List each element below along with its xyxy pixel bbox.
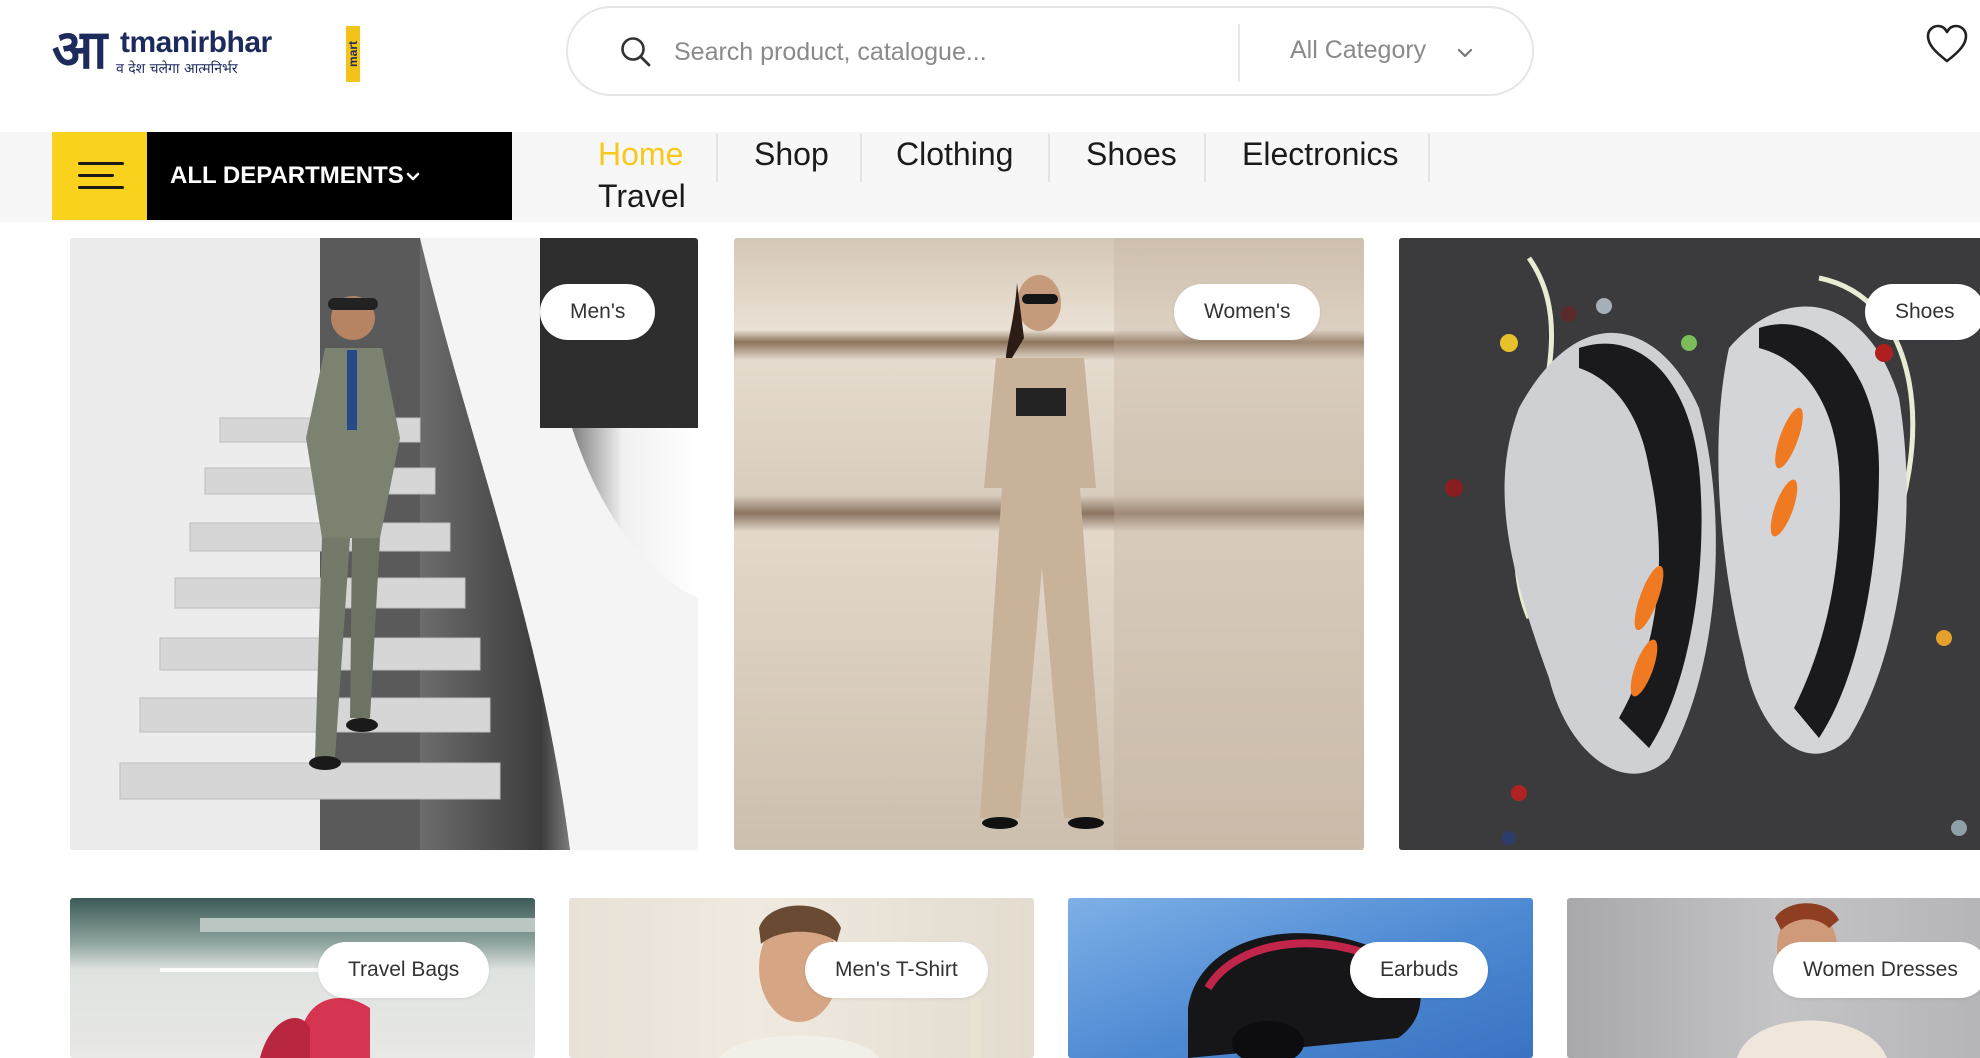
category-tile-shoes[interactable]: Shoes [1399, 238, 1980, 850]
category-tile-travel-bags[interactable]: Travel Bags [70, 898, 535, 1058]
nav-divider [716, 134, 718, 182]
nav-item-home[interactable]: Home [598, 136, 683, 173]
category-label: Women's [1174, 284, 1321, 340]
nav-item-travel[interactable]: Travel [598, 178, 686, 215]
category-label: Shoes [1865, 284, 1980, 340]
search-bar: All Category [566, 6, 1534, 96]
category-tile-women-dresses[interactable]: Women Dresses [1567, 898, 1980, 1058]
nav-divider [1048, 134, 1050, 182]
search-divider [1238, 24, 1240, 82]
nav-item-clothing[interactable]: Clothing [896, 136, 1013, 173]
category-tile-womens[interactable]: Women's [734, 238, 1364, 850]
category-label: Men's [540, 284, 656, 340]
category-select[interactable]: All Category [1290, 36, 1426, 65]
nav-divider [1428, 134, 1430, 182]
category-label: Earbuds [1350, 942, 1489, 998]
heart-icon[interactable] [1924, 22, 1970, 68]
hamburger-icon[interactable] [52, 132, 147, 220]
all-departments-button[interactable]: ALL DEPARTMENTS [52, 132, 512, 220]
category-tile-mens[interactable]: Men's [70, 238, 698, 850]
logo-wordmark: tmanirbhar [120, 26, 272, 59]
category-label: Travel Bags [318, 942, 490, 998]
nav-divider [860, 134, 862, 182]
search-input[interactable] [674, 30, 1194, 74]
nav-item-shop[interactable]: Shop [754, 136, 829, 173]
nav-item-electronics[interactable]: Electronics [1242, 136, 1399, 173]
site-logo[interactable]: आ tmanirbhar व देश चलेगा आत्मनिर्भर mart [52, 17, 360, 90]
chevron-down-icon [406, 172, 420, 181]
logo-tagline: व देश चलेगा आत्मनिर्भर [116, 61, 238, 77]
logo-mart-badge: mart [346, 26, 360, 82]
main-navbar: ALL DEPARTMENTS Home Shop Clothing Shoes… [0, 132, 1980, 222]
category-tile-mens-tshirt[interactable]: Men's T-Shirt [569, 898, 1034, 1058]
nav-divider [1204, 134, 1206, 182]
logo-letter: आ [52, 17, 108, 81]
category-tile-earbuds[interactable]: Earbuds [1068, 898, 1533, 1058]
site-header: आ tmanirbhar व देश चलेगा आत्मनिर्भर mart… [0, 0, 1980, 132]
category-label: Women Dresses [1773, 942, 1980, 998]
chevron-down-icon[interactable] [1456, 44, 1474, 62]
category-label: Men's T-Shirt [805, 942, 988, 998]
all-departments-label: ALL DEPARTMENTS [170, 162, 404, 189]
search-icon[interactable] [618, 34, 654, 70]
nav-item-shoes[interactable]: Shoes [1086, 136, 1177, 173]
